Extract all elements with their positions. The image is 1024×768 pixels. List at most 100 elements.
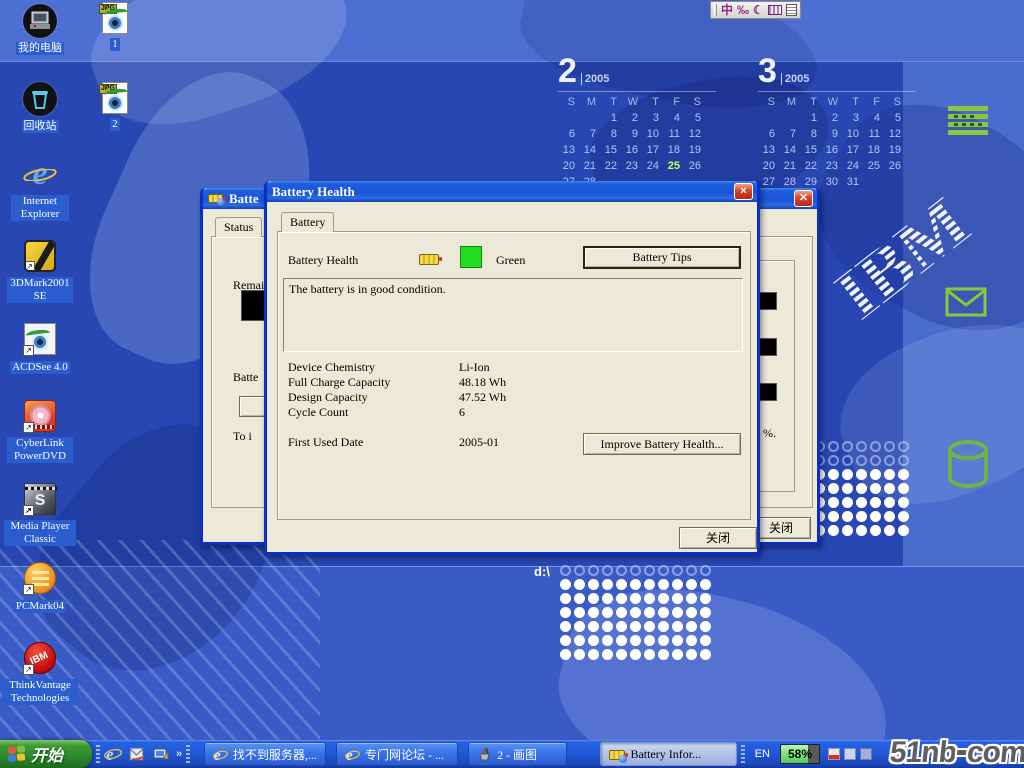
desktop-icon-internet-explorer[interactable]: e Internet Explorer xyxy=(2,158,78,222)
calendar-day: 22 xyxy=(800,160,821,172)
dialog-close-button[interactable]: 关闭 xyxy=(679,527,757,549)
desktop-icon-mpc[interactable]: s ↗ Media Player Classic xyxy=(2,483,78,547)
desktop-icon-powerdvd[interactable]: ↗ CyberLink PowerDVD xyxy=(2,400,78,464)
halftone-dot xyxy=(672,649,683,660)
halftone-dot xyxy=(602,621,613,632)
icon-label: PCMark04 xyxy=(14,600,66,613)
halftone-dot xyxy=(602,579,613,590)
task-button-paint[interactable]: 2 - 画图 xyxy=(468,742,567,766)
desktop-icon-acdsee[interactable]: ↗ ACDSee 4.0 xyxy=(2,323,78,375)
halftone-dot xyxy=(870,441,881,452)
halftone-dot xyxy=(870,455,881,466)
tray-icon[interactable] xyxy=(860,748,872,760)
desktop-icon-pcmark04[interactable]: ↗ PCMark04 xyxy=(2,562,78,614)
window-title-fragment: Batte xyxy=(229,191,259,207)
ime-language-bar[interactable]: 中 ‰ ☾ xyxy=(710,1,801,19)
improve-battery-health-button[interactable]: Improve Battery Health... xyxy=(583,433,741,455)
svg-text:e: e xyxy=(214,748,221,762)
close-icon[interactable]: ✕ xyxy=(794,190,813,207)
calendar-day: 14 xyxy=(779,144,800,156)
desktop-icon-thinkvantage[interactable]: IBM ↗ ThinkVantage Technologies xyxy=(2,642,78,706)
watermark-right: com xyxy=(966,736,1024,768)
battery-tips-button[interactable]: Battery Tips xyxy=(583,246,741,269)
battery-percent: 58% xyxy=(781,745,819,763)
ime-halfwidth-icon[interactable]: ‰ xyxy=(737,3,749,17)
calendar-weekday: T xyxy=(642,96,663,108)
jpg-file-icon: JPG xyxy=(102,82,128,114)
shortcut-arrow-icon: ↗ xyxy=(23,345,34,356)
desktop-icon-my-computer[interactable]: 我的电脑 xyxy=(2,4,78,56)
halftone-dot xyxy=(842,455,853,466)
halftone-dot xyxy=(588,593,599,604)
halftone-dot xyxy=(574,565,585,576)
shortcut-arrow-icon: ↗ xyxy=(23,664,34,675)
battery-label-fragment: Batte xyxy=(233,370,258,385)
svg-text:e: e xyxy=(346,748,353,762)
desktop-icon-jpg-1[interactable]: JPG 1 xyxy=(80,2,150,52)
taskband-grip[interactable] xyxy=(186,745,190,763)
tab-status[interactable]: Status xyxy=(215,217,262,237)
halftone-dot xyxy=(898,525,909,536)
halftone-dot xyxy=(602,635,613,646)
halftone-dot xyxy=(700,607,711,618)
ime-keyboard-icon[interactable] xyxy=(768,5,782,15)
task-button-ie-2[interactable]: e 专门网论坛 - ... xyxy=(336,742,458,766)
ime-chinese-icon[interactable]: 中 xyxy=(721,3,733,17)
halftone-dot xyxy=(658,649,669,660)
background-close-button[interactable]: 关闭 xyxy=(751,517,811,539)
icon-label: 回收站 xyxy=(22,120,59,133)
shortcut-arrow-icon: ↗ xyxy=(23,584,34,595)
language-indicator[interactable]: EN xyxy=(755,748,770,760)
icon-label: CyberLink PowerDVD xyxy=(7,437,73,463)
tray-icon[interactable] xyxy=(844,748,856,760)
ie-quicklaunch-icon[interactable]: e xyxy=(104,745,122,763)
calendar-day: 21 xyxy=(779,160,800,172)
halftone-dot xyxy=(884,455,895,466)
ime-punctuation-icon[interactable]: ☾ xyxy=(753,3,764,17)
halftone-dot xyxy=(644,565,655,576)
halftone-dot xyxy=(672,607,683,618)
desktop-icon-jpg-2[interactable]: JPG 2 xyxy=(80,82,150,132)
start-button[interactable]: 开始 xyxy=(0,740,92,768)
halftone-dot xyxy=(602,607,613,618)
calendar-day: 4 xyxy=(863,112,884,124)
calendar-day: 9 xyxy=(821,128,842,140)
tray-icon[interactable] xyxy=(828,748,840,760)
halftone-dot xyxy=(828,483,839,494)
to-line-fragment: To i xyxy=(233,429,252,444)
prop-label: Cycle Count xyxy=(288,405,348,420)
calendar-day xyxy=(863,176,884,188)
ime-grip[interactable] xyxy=(714,4,717,16)
prop-label: Full Charge Capacity xyxy=(288,375,390,390)
halftone-dot xyxy=(686,635,697,646)
tab-battery[interactable]: Battery xyxy=(281,212,334,232)
desktop-icon-3dmark2001[interactable]: ↗ 3DMark2001 SE xyxy=(2,240,78,304)
tray-battery-meter[interactable]: 58% xyxy=(780,744,820,764)
quicklaunch-grip[interactable] xyxy=(96,745,100,763)
halftone-dot xyxy=(898,511,909,522)
close-icon[interactable]: × xyxy=(734,183,753,200)
calendar-year: 2005 xyxy=(781,73,809,85)
battery-health-titlebar[interactable]: Battery Health × xyxy=(267,181,757,202)
outlook-express-icon[interactable] xyxy=(128,745,146,763)
calendar-day: 26 xyxy=(684,160,705,172)
desktop-icon-recycle-bin[interactable]: 回收站 xyxy=(2,82,78,134)
envelope-icon xyxy=(945,287,987,317)
quicklaunch-overflow-chevron[interactable]: » xyxy=(176,748,182,760)
halftone-dot xyxy=(828,497,839,508)
task-button-ie-1[interactable]: e 找不到服务器,... xyxy=(204,742,326,766)
powerdvd-icon: ↗ xyxy=(24,400,56,432)
show-desktop-icon[interactable] xyxy=(152,745,170,763)
condition-textbox[interactable]: The battery is in good condition. xyxy=(283,278,743,352)
halftone-dot xyxy=(616,649,627,660)
calendar-day: 16 xyxy=(821,144,842,156)
calendar-day: 18 xyxy=(663,144,684,156)
calendar-weekday: F xyxy=(863,96,884,108)
halftone-dot xyxy=(842,511,853,522)
halftone-dot xyxy=(630,579,641,590)
task-button-battery-information[interactable]: Battery Infor... xyxy=(600,742,736,766)
calendar-weekday: T xyxy=(800,96,821,108)
icon-label: 2 xyxy=(110,118,120,131)
calendar-day: 9 xyxy=(621,128,642,140)
ime-menu-icon[interactable] xyxy=(786,4,797,16)
